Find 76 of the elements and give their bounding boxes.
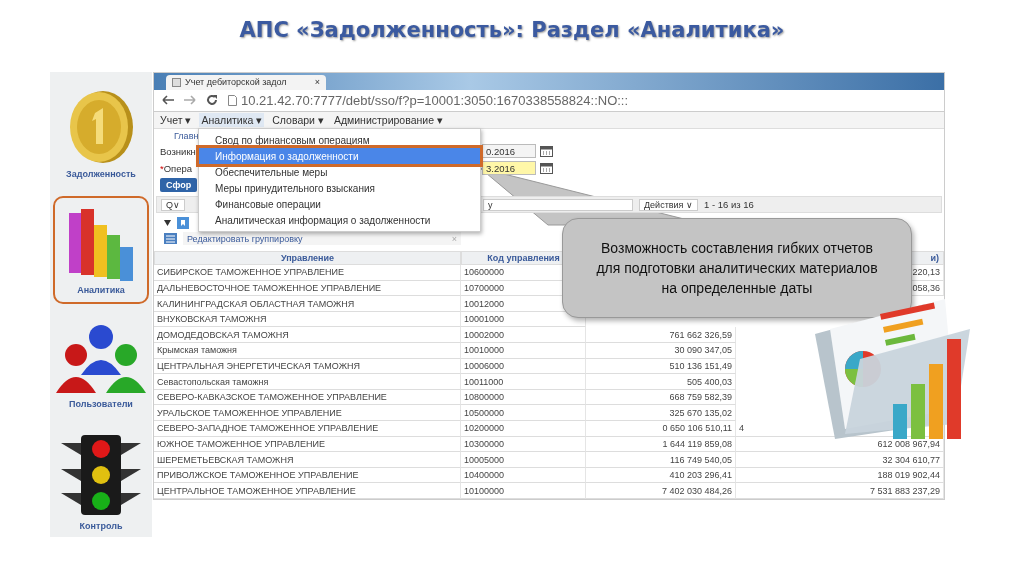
table-cell: ШЕРЕМЕТЬЕВСКАЯ ТАМОЖНЯ	[154, 452, 461, 468]
table-cell: ЦЕНТРАЛЬНАЯ ЭНЕРГЕТИЧЕСКАЯ ТАМОЖНЯ	[154, 358, 461, 375]
field-label: Возникн	[160, 145, 196, 157]
field-label: *Опера	[160, 162, 193, 174]
browser-tab[interactable]: Учет дебиторской задол ×	[166, 74, 326, 90]
table-cell: КАЛИНИНГРАДСКАЯ ОБЛАСТНАЯ ТАМОЖНЯ	[154, 296, 461, 312]
table-cell: 10011000	[461, 374, 586, 390]
dropdown-item[interactable]: Информация о задолженности	[199, 148, 480, 164]
sidebar-item[interactable]: Задолженность	[53, 80, 149, 188]
date-field[interactable]: 3.2016	[482, 161, 536, 176]
table-cell: 668 759 582,39	[586, 389, 736, 406]
slide-title: АПС «Задолженность»: Раздел «Аналитика»	[239, 18, 785, 44]
address-field[interactable]: 10.21.42.70:7777/debt/sso/f?p=10001:3050:1670338558824::NO:::	[228, 91, 936, 109]
dropdown-item[interactable]: Меры принудительного взыскания	[199, 180, 480, 196]
table-cell: ПРИВОЛЖСКОЕ ТАМОЖЕННОЕ УПРАВЛЕНИЕ	[154, 467, 461, 484]
table-cell: 188 019 902,44	[736, 467, 944, 484]
table-cell: 0 650 106 510,11	[586, 421, 736, 437]
table-cell: 10800000	[461, 389, 586, 406]
table-cell: 10005000	[461, 452, 586, 468]
table-cell: 325 670 135,02	[586, 405, 736, 421]
table-cell: ДОМОДЕДОВСКАЯ ТАМОЖНЯ	[154, 327, 461, 344]
table-cell: 10002000	[461, 327, 586, 344]
table-cell: 10500000	[461, 405, 586, 421]
grouping-field[interactable]: Редактировать группировку ×	[183, 232, 461, 246]
table-cell: ЮЖНОЕ ТАМОЖЕННОЕ УПРАВЛЕНИЕ	[154, 436, 461, 453]
table-cell: 30 090 347,05	[586, 343, 736, 359]
sidebar-label: Задолженность	[66, 169, 136, 179]
breadcrumb[interactable]: Главн	[160, 131, 199, 142]
dropdown-item[interactable]: Свод по финансовым операциям	[199, 132, 480, 148]
table-cell: ЦЕНТРАЛЬНОЕ ТАМОЖЕННОЕ УПРАВЛЕНИЕ	[154, 483, 461, 499]
sidebar-item[interactable]: Пользователи	[53, 312, 149, 420]
table-cell: 410 203 296,41	[586, 467, 736, 484]
column-header[interactable]: и)	[930, 253, 939, 264]
table-cell: 1 644 119 859,08	[586, 436, 736, 453]
sidebar-item[interactable]: Аналитика	[53, 196, 149, 304]
table-cell: 7 402 030 484,26	[586, 483, 736, 499]
table-cell: 10010000	[461, 343, 586, 359]
select-field[interactable]: у	[483, 198, 633, 211]
table-cell: 7 531 883 237,29	[736, 483, 944, 499]
table-cell: СИБИРСКОЕ ТАМОЖЕННОЕ УПРАВЛЕНИЕ	[154, 265, 461, 281]
actions-button[interactable]: Действия ∨	[639, 198, 698, 211]
menu-item[interactable]: Учет ▾	[158, 112, 194, 127]
dropdown-item[interactable]: Аналитическая информация о задолженности	[199, 212, 480, 228]
search-field[interactable]: Q∨	[161, 198, 185, 211]
menu-item[interactable]: Аналитика ▾	[199, 112, 265, 127]
table-cell: 10400000	[461, 467, 586, 484]
sidebar-label: Аналитика	[77, 285, 125, 295]
dropdown-item[interactable]: Обеспечительные меры	[199, 164, 480, 180]
table-cell: 10006000	[461, 358, 586, 375]
table-cell: 505 400,03	[586, 374, 736, 390]
table-cell: ВНУКОВСКАЯ ТАМОЖНЯ	[154, 311, 461, 328]
form-button[interactable]: Сфор	[160, 178, 198, 193]
table-cell: ДАЛЬНЕВОСТОЧНОЕ ТАМОЖЕННОЕ УПРАВЛЕНИЕ	[154, 280, 461, 297]
column-header[interactable]: Управление	[280, 253, 335, 264]
table-cell: Крымская таможня	[154, 343, 461, 359]
dropdown-item[interactable]: Финансовые операции	[199, 196, 480, 212]
menu-item[interactable]: Словари ▾	[270, 112, 326, 127]
table-cell: 510 136 151,49	[586, 358, 736, 375]
close-icon[interactable]: ×	[314, 77, 320, 88]
table-cell: 10200000	[461, 421, 586, 437]
pager-text: 1 - 16 из 16	[703, 199, 754, 210]
sidebar-label: Пользователи	[69, 399, 133, 409]
menu-item[interactable]: Администрирование ▾	[331, 112, 445, 127]
table-cell: 10300000	[461, 436, 586, 453]
date-field[interactable]: 0.2016	[482, 144, 536, 159]
table-cell: 10100000	[461, 483, 586, 499]
table-cell: УРАЛЬСКОЕ ТАМОЖЕННОЕ УПРАВЛЕНИЕ	[154, 405, 461, 421]
sidebar-item[interactable]: Контроль	[53, 428, 149, 536]
table-cell: Севастопольская таможня	[154, 374, 461, 390]
tab-title: Учет дебиторской задол	[185, 77, 288, 88]
table-cell: СЕВЕРО-КАВКАЗСКОЕ ТАМОЖЕННОЕ УПРАВЛЕНИЕ	[154, 389, 461, 406]
table-cell: 116 749 540,05	[586, 452, 736, 468]
table-cell: СЕВЕРО-ЗАПАДНОЕ ТАМОЖЕННОЕ УПРАВЛЕНИЕ	[154, 421, 461, 437]
table-cell: 761 662 326,59	[586, 327, 736, 344]
table-cell: 32 304 610,77	[736, 452, 944, 468]
sidebar-label: Контроль	[79, 521, 123, 531]
